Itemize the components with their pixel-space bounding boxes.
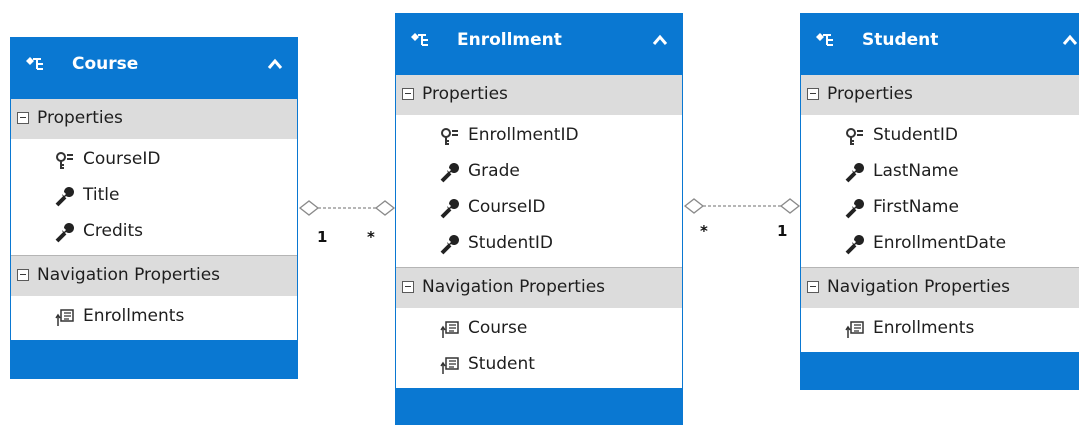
entity-body: Properties StudentID LastName FirstName … [801, 75, 1079, 352]
navigation-property-icon [55, 309, 74, 326]
wrench-icon [845, 163, 864, 183]
navigation-list: Course Student [396, 308, 682, 388]
association-end-diamond [779, 198, 801, 214]
entity-title: Student [862, 30, 939, 50]
property-item[interactable]: EnrollmentID [396, 118, 682, 154]
section-navigation-properties[interactable]: Navigation Properties [11, 256, 297, 296]
property-item[interactable]: FirstName [801, 190, 1079, 226]
property-label: CourseID [83, 149, 161, 169]
navigation-item[interactable]: Enrollments [11, 299, 297, 335]
wrench-icon [845, 235, 864, 255]
collapse-toggle-icon[interactable] [807, 281, 819, 293]
navigation-label: Enrollments [873, 318, 975, 338]
property-label: FirstName [873, 197, 959, 217]
navigation-label: Student [468, 354, 535, 374]
section-properties[interactable]: Properties [11, 99, 297, 139]
entity-type-icon [411, 33, 428, 46]
collapse-toggle-icon[interactable] [402, 281, 414, 293]
entity-header[interactable]: Course [10, 37, 298, 99]
section-label: Properties [422, 84, 508, 104]
wrench-icon [440, 163, 459, 183]
navigation-label: Course [468, 318, 528, 338]
entity-body: Properties CourseID Title Credits Naviga… [11, 99, 297, 340]
entity-type-icon [816, 33, 833, 46]
property-item[interactable]: StudentID [396, 226, 682, 262]
property-item[interactable]: LastName [801, 154, 1079, 190]
section-properties[interactable]: Properties [801, 75, 1079, 115]
collapse-toggle-icon[interactable] [402, 88, 414, 100]
entity-title: Course [72, 54, 139, 74]
navigation-item[interactable]: Course [396, 311, 682, 347]
wrench-icon [440, 199, 459, 219]
association-end-diamond [683, 198, 705, 214]
entity-header[interactable]: Student [800, 13, 1079, 75]
wrench-icon [845, 199, 864, 219]
property-label: EnrollmentID [468, 125, 579, 145]
property-label: EnrollmentDate [873, 233, 1007, 253]
entity-header[interactable]: Enrollment [395, 13, 683, 75]
property-label: CourseID [468, 197, 546, 217]
multiplicity-label: * [700, 222, 708, 240]
chevron-up-icon[interactable] [1061, 33, 1079, 47]
entity-enrollment[interactable]: Enrollment Properties EnrollmentID Grade… [395, 13, 683, 425]
property-item[interactable]: Grade [396, 154, 682, 190]
key-icon [56, 152, 73, 169]
navigation-item[interactable]: Enrollments [801, 311, 1079, 347]
section-label: Navigation Properties [827, 277, 1011, 297]
collapse-toggle-icon[interactable] [17, 112, 29, 124]
navigation-list: Enrollments [11, 296, 297, 340]
multiplicity-label: 1 [317, 228, 328, 246]
navigation-item[interactable]: Student [396, 347, 682, 383]
property-list: StudentID LastName FirstName EnrollmentD… [801, 115, 1079, 267]
property-item[interactable]: StudentID [801, 118, 1079, 154]
association-end-diamond [374, 200, 396, 216]
navigation-label: Enrollments [83, 306, 185, 326]
section-label: Navigation Properties [37, 265, 221, 285]
property-item[interactable]: EnrollmentDate [801, 226, 1079, 262]
property-label: Grade [468, 161, 520, 181]
property-item[interactable]: CourseID [396, 190, 682, 226]
entity-student[interactable]: Student Properties StudentID LastName Fi… [800, 13, 1079, 390]
property-item[interactable]: Title [11, 178, 297, 214]
navigation-property-icon [845, 321, 864, 338]
section-navigation-properties[interactable]: Navigation Properties [396, 268, 682, 308]
key-icon [441, 128, 458, 145]
section-navigation-properties[interactable]: Navigation Properties [801, 268, 1079, 308]
multiplicity-label: 1 [777, 222, 788, 240]
section-properties[interactable]: Properties [396, 75, 682, 115]
wrench-icon [440, 235, 459, 255]
property-item[interactable]: Credits [11, 214, 297, 250]
property-label: Credits [83, 221, 143, 241]
section-label: Properties [827, 84, 913, 104]
entity-title: Enrollment [457, 30, 562, 50]
wrench-icon [55, 223, 74, 243]
property-list: CourseID Title Credits [11, 139, 297, 255]
entity-body: Properties EnrollmentID Grade CourseID S… [396, 75, 682, 388]
property-label: Title [83, 185, 120, 205]
property-label: StudentID [873, 125, 959, 145]
chevron-up-icon[interactable] [266, 57, 284, 71]
navigation-property-icon [440, 321, 459, 338]
property-item[interactable]: CourseID [11, 142, 297, 178]
association-end-diamond [298, 200, 320, 216]
property-label: StudentID [468, 233, 554, 253]
collapse-toggle-icon[interactable] [807, 88, 819, 100]
section-label: Navigation Properties [422, 277, 606, 297]
multiplicity-label: * [367, 228, 375, 246]
chevron-up-icon[interactable] [651, 33, 669, 47]
entity-type-icon [26, 57, 43, 70]
navigation-list: Enrollments [801, 308, 1079, 352]
property-list: EnrollmentID Grade CourseID StudentID [396, 115, 682, 267]
navigation-property-icon [440, 357, 459, 374]
entity-course[interactable]: Course Properties CourseID Title Credits [10, 37, 298, 379]
collapse-toggle-icon[interactable] [17, 269, 29, 281]
wrench-icon [55, 187, 74, 207]
section-label: Properties [37, 108, 123, 128]
property-label: LastName [873, 161, 959, 181]
key-icon [846, 128, 863, 145]
